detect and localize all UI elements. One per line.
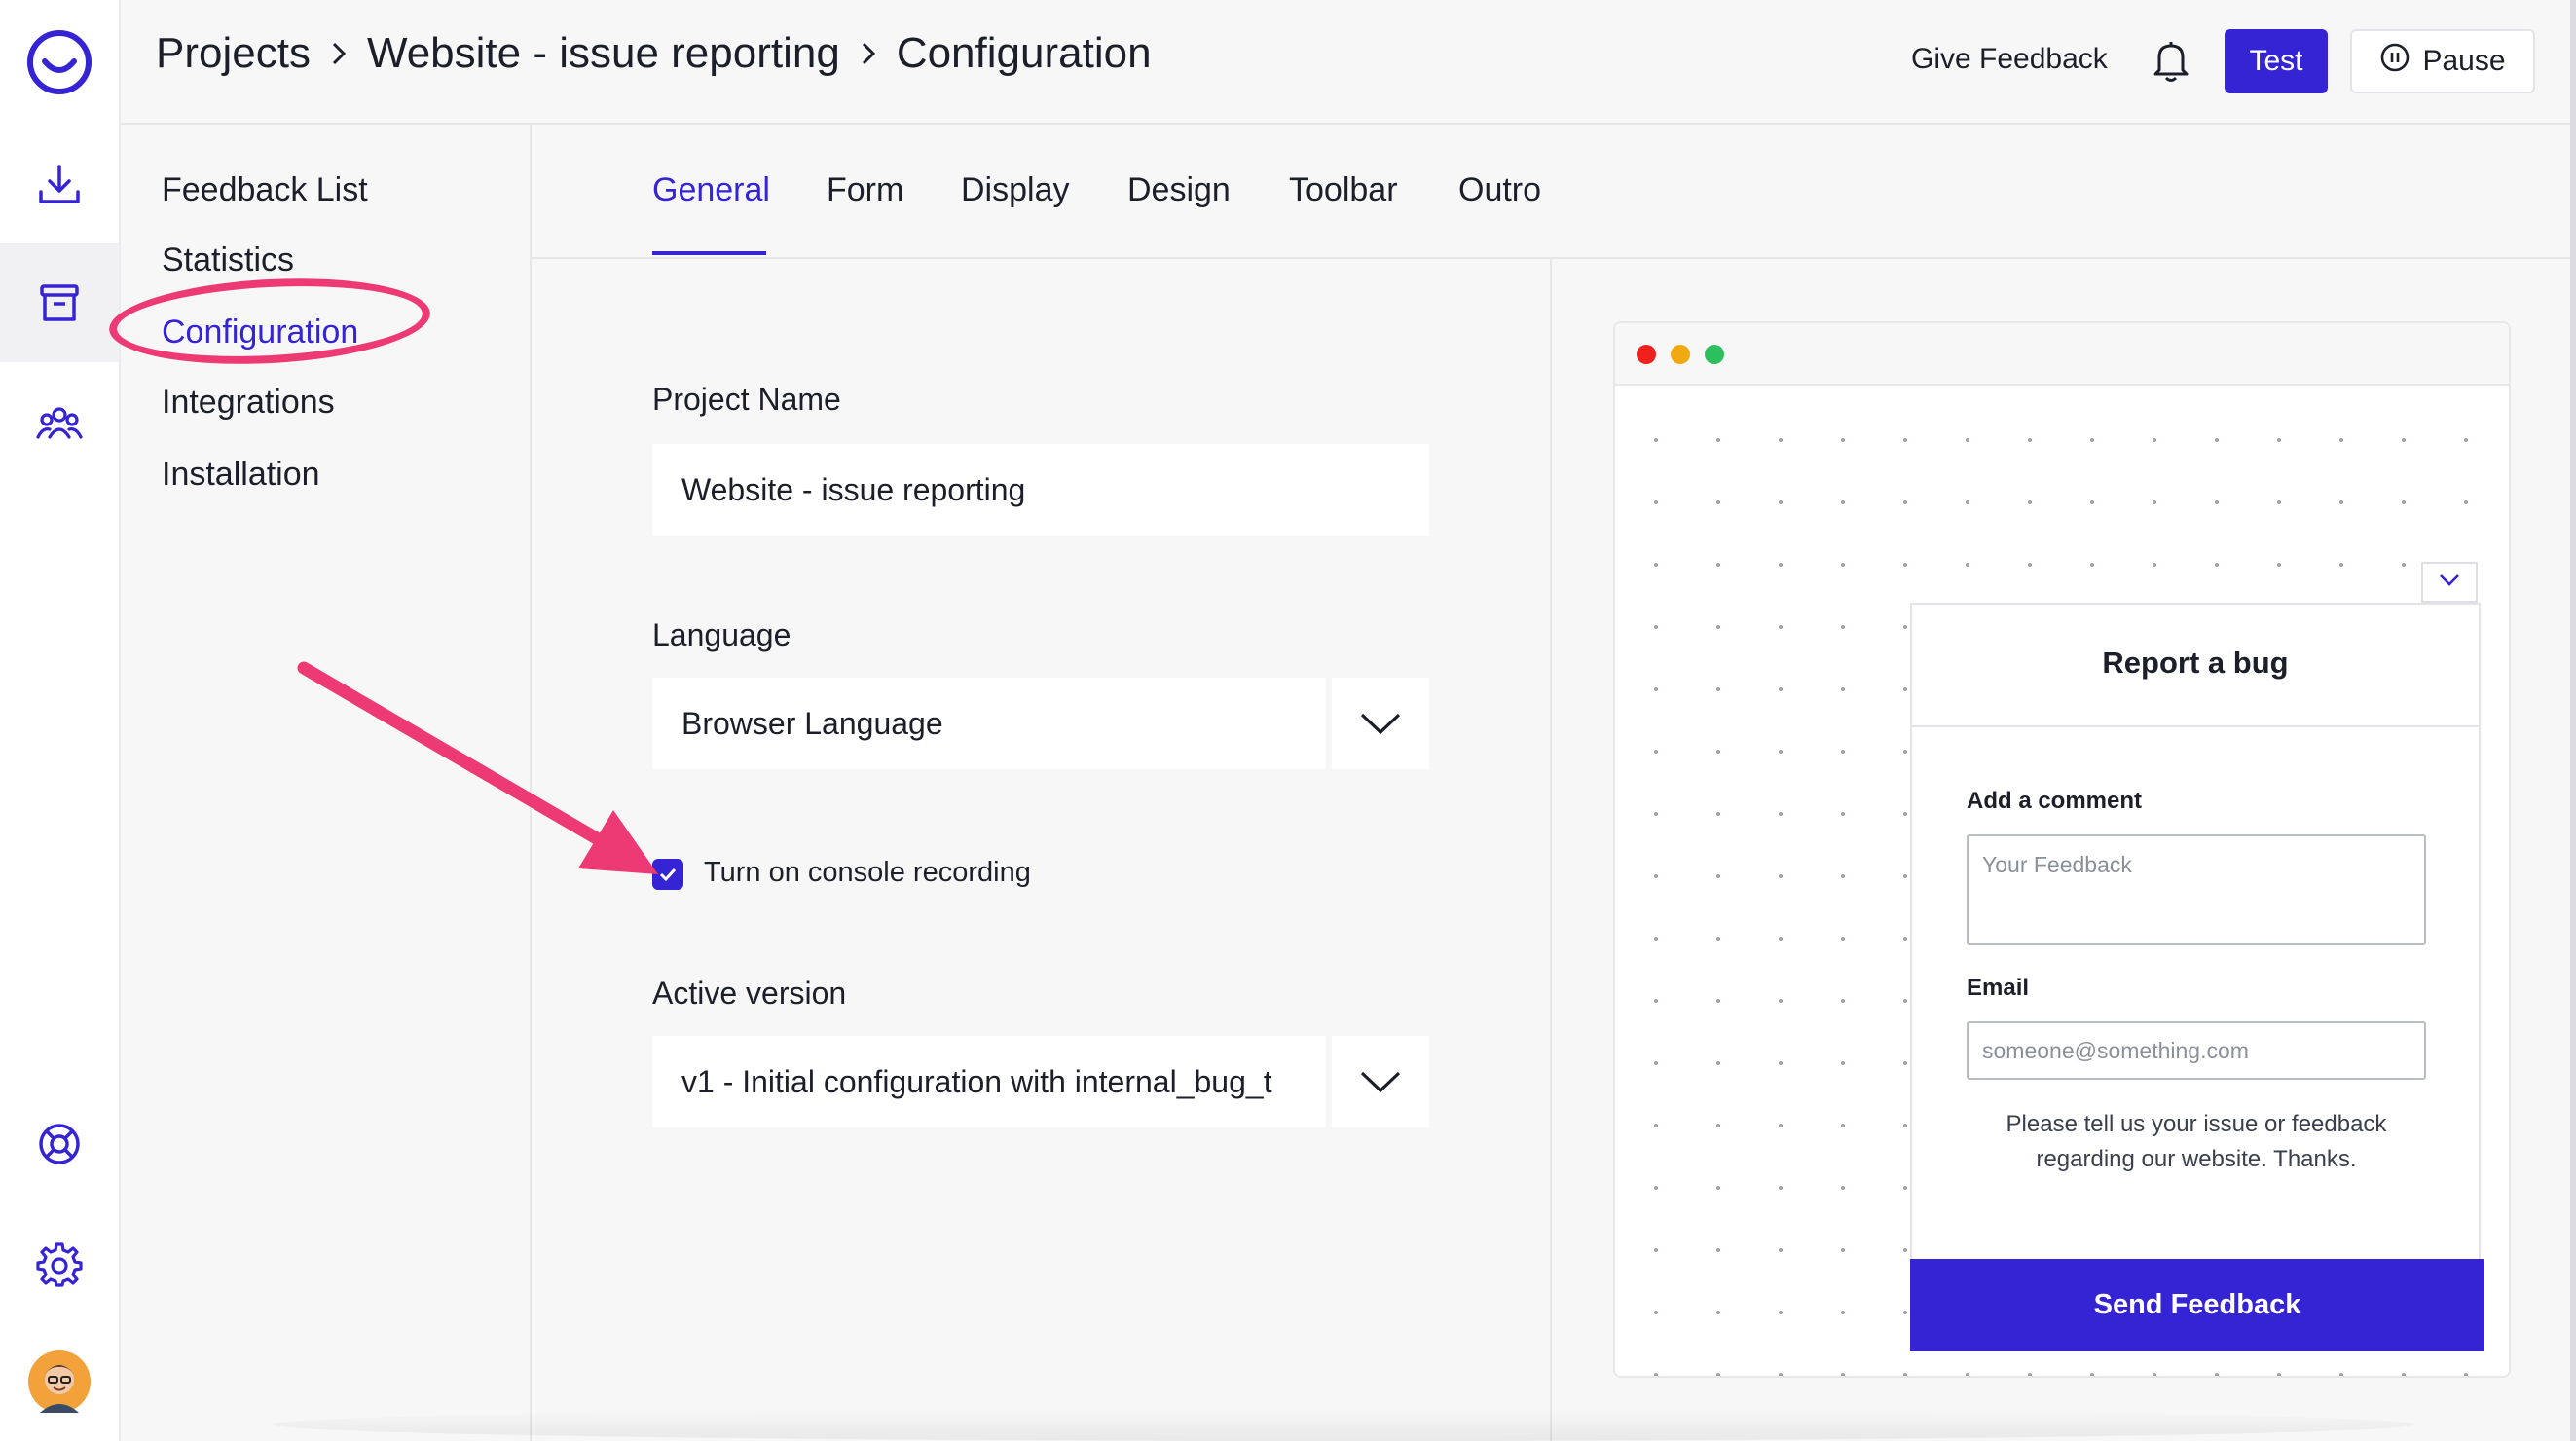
bell-icon[interactable]	[2152, 39, 2190, 89]
give-feedback-link[interactable]: Give Feedback	[1911, 43, 2108, 76]
comment-textarea[interactable]: Your Feedback	[1967, 834, 2426, 945]
active-tab-indicator	[652, 251, 766, 255]
widget-note-line-1: Please tell us your issue or feedback	[2006, 1111, 2387, 1137]
breadcrumb: Projects Website - issue reporting Confi…	[156, 29, 1152, 78]
chevron-right-icon	[858, 39, 879, 68]
language-select[interactable]: Browser Language	[652, 678, 1326, 769]
chevron-down-icon	[2439, 573, 2460, 592]
help-lifebuoy-icon[interactable]	[0, 1110, 119, 1178]
breadcrumb-project[interactable]: Website - issue reporting	[367, 29, 840, 78]
send-feedback-button[interactable]: Send Feedback	[1910, 1259, 2484, 1351]
project-name-input[interactable]: Website - issue reporting	[652, 444, 1429, 536]
chevron-down-icon[interactable]	[1332, 1036, 1429, 1127]
tab-toolbar[interactable]: Toolbar	[1289, 171, 1398, 209]
browser-titlebar	[1615, 323, 2509, 386]
chevron-down-icon[interactable]	[1332, 678, 1429, 769]
language-label: Language	[652, 617, 791, 652]
project-name-label: Project Name	[652, 382, 841, 417]
widget-note: Please tell us your issue or feedback re…	[1967, 1107, 2426, 1177]
subnav-item-statistics[interactable]: Statistics	[162, 241, 294, 279]
download-icon[interactable]	[0, 146, 119, 224]
window-close-dot	[1637, 345, 1656, 364]
email-label: Email	[1967, 975, 2030, 1001]
top-bar: Projects Website - issue reporting Confi…	[121, 0, 2576, 125]
tab-outro[interactable]: Outro	[1458, 171, 1541, 209]
logo-icon[interactable]	[0, 25, 119, 99]
breadcrumb-projects[interactable]: Projects	[156, 29, 311, 78]
widget-title: Report a bug	[2102, 646, 2289, 680]
team-icon[interactable]	[0, 389, 119, 458]
pause-label: Pause	[2422, 45, 2506, 77]
user-avatar[interactable]	[0, 1348, 119, 1416]
chevron-right-icon	[328, 39, 350, 68]
settings-gear-icon[interactable]	[0, 1231, 119, 1299]
pause-button[interactable]: Pause	[2350, 29, 2535, 93]
divider	[1912, 725, 2479, 727]
tab-general[interactable]: General	[652, 171, 770, 209]
icon-rail	[0, 0, 121, 1441]
collapse-widget-button[interactable]	[2421, 562, 2478, 603]
breadcrumb-current: Configuration	[896, 29, 1152, 77]
comment-label: Add a comment	[1967, 788, 2143, 814]
window-right-edge	[2570, 0, 2576, 1441]
tab-display[interactable]: Display	[961, 171, 1069, 209]
widget-note-line-2: regarding our website. Thanks.	[2036, 1146, 2357, 1172]
subnav-item-integrations[interactable]: Integrations	[162, 384, 335, 422]
active-version-label: Active version	[652, 976, 847, 1011]
feedback-widget: Report a bug Add a comment Your Feedback…	[1910, 603, 2484, 1351]
subnav-item-installation[interactable]: Installation	[162, 456, 320, 494]
active-version-select[interactable]: v1 - Initial configuration with internal…	[652, 1036, 1326, 1127]
pause-icon	[2379, 42, 2410, 81]
inbox-icon[interactable]	[0, 243, 119, 362]
general-settings-form	[532, 259, 1552, 1441]
config-tabs: General Form Display Design Toolbar Outr…	[532, 125, 2570, 259]
window-zoom-dot	[1705, 345, 1724, 364]
subnav-item-feedback-list[interactable]: Feedback List	[162, 171, 368, 209]
email-field[interactable]: someone@something.com	[1967, 1021, 2426, 1080]
test-button[interactable]: Test	[2225, 29, 2328, 93]
tab-design[interactable]: Design	[1127, 171, 1231, 209]
console-recording-checkbox[interactable]	[652, 859, 683, 890]
console-recording-label[interactable]: Turn on console recording	[704, 857, 1031, 889]
window-minimize-dot	[1671, 345, 1690, 364]
bottom-edge-shadow	[273, 1408, 2414, 1441]
tab-form[interactable]: Form	[827, 171, 903, 209]
